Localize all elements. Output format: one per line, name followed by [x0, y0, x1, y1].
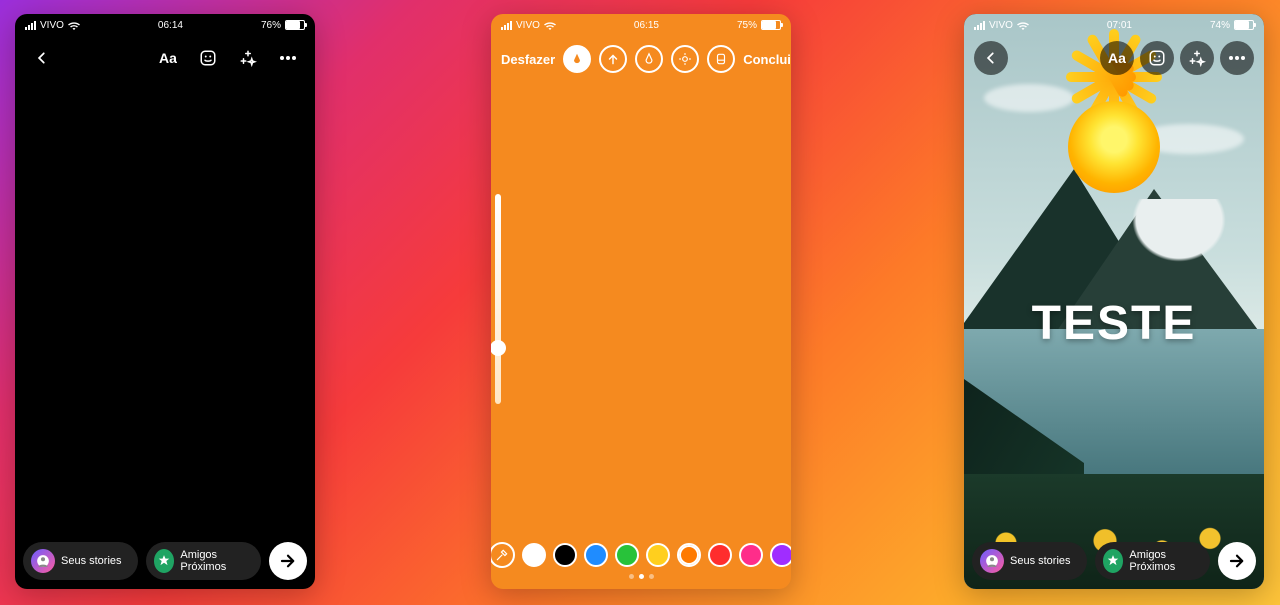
arrow-right-icon	[1228, 552, 1246, 570]
color-swatch-green[interactable]	[615, 543, 639, 567]
your-stories-button[interactable]: Seus stories	[972, 542, 1087, 580]
close-friends-label: Amigos Próximos	[1129, 549, 1202, 573]
sticker-button[interactable]	[191, 41, 225, 75]
your-stories-label: Seus stories	[61, 555, 122, 567]
close-friends-button[interactable]: Amigos Próximos	[146, 542, 261, 580]
more-button[interactable]	[271, 41, 305, 75]
eraser-tool-button[interactable]	[707, 45, 735, 73]
your-stories-button[interactable]: Seus stories	[23, 542, 138, 580]
carrier-label: VIVO	[516, 20, 540, 31]
sparkle-icon	[239, 49, 257, 67]
story-toolbar: Aa	[15, 38, 315, 78]
arrow-up-icon	[606, 52, 620, 66]
color-swatch-red[interactable]	[708, 543, 732, 567]
effects-button[interactable]	[231, 41, 265, 75]
text-tool-label: Aa	[1108, 50, 1126, 66]
story-text-overlay[interactable]: TESTE	[964, 296, 1264, 351]
page-background: { "phones": { "p1": { "status": { "carri…	[0, 0, 1280, 605]
battery-pct-label: 75%	[737, 20, 757, 31]
battery-pct-label: 76%	[261, 20, 281, 31]
arrow-tool-button[interactable]	[599, 45, 627, 73]
pen-icon	[570, 52, 584, 66]
eraser-icon	[714, 52, 728, 66]
sticker-icon	[1148, 49, 1166, 67]
color-swatch-orange-selected[interactable]	[677, 543, 701, 567]
send-button[interactable]	[1218, 542, 1256, 580]
wifi-icon	[544, 21, 556, 30]
share-bar: Seus stories Amigos Próximos	[972, 541, 1256, 581]
phone-screenshot-1: VIVO 06:14 76% Aa Seus stories	[15, 14, 315, 589]
battery-icon	[761, 20, 781, 30]
avatar-ring-icon	[980, 549, 1004, 573]
marker-tool-button[interactable]	[635, 45, 663, 73]
sparkle-icon	[1188, 49, 1206, 67]
clock-label: 06:14	[158, 20, 183, 31]
star-icon	[1103, 549, 1123, 573]
marker-icon	[642, 52, 656, 66]
battery-icon	[1234, 20, 1254, 30]
chevron-left-icon	[35, 51, 49, 65]
clock-label: 06:15	[634, 20, 659, 31]
color-swatch-blue[interactable]	[584, 543, 608, 567]
color-palette	[491, 542, 791, 579]
status-bar: VIVO 07:01 74%	[964, 14, 1264, 36]
carrier-label: VIVO	[989, 20, 1013, 31]
status-bar: VIVO 06:14 76%	[15, 14, 315, 36]
share-bar: Seus stories Amigos Próximos	[23, 541, 307, 581]
palette-page-dots	[629, 574, 654, 579]
clock-label: 07:01	[1107, 20, 1132, 31]
text-tool-label: Aa	[159, 50, 177, 66]
sticker-button[interactable]	[1140, 41, 1174, 75]
battery-icon	[285, 20, 305, 30]
story-canvas[interactable]: TESTE	[964, 14, 1264, 589]
ellipsis-icon	[280, 56, 296, 60]
more-button[interactable]	[1220, 41, 1254, 75]
avatar-ring-icon	[31, 549, 55, 573]
sun-core-icon	[1068, 101, 1160, 193]
battery-pct-label: 74%	[1210, 20, 1230, 31]
phone-screenshot-3: TESTE VIVO 07:01 74% Aa	[964, 14, 1264, 589]
back-button[interactable]	[974, 41, 1008, 75]
neon-icon	[678, 52, 692, 66]
draw-toolbar: Desfazer Concluir	[491, 38, 791, 80]
brush-size-slider[interactable]	[495, 194, 501, 404]
ellipsis-icon	[1229, 56, 1245, 60]
signal-icon	[25, 21, 36, 30]
chevron-left-icon	[984, 51, 998, 65]
signal-icon	[501, 21, 512, 30]
color-swatch-pink[interactable]	[739, 543, 763, 567]
arrow-right-icon	[279, 552, 297, 570]
color-swatch-yellow[interactable]	[646, 543, 670, 567]
color-swatch-white[interactable]	[522, 543, 546, 567]
back-button[interactable]	[25, 41, 59, 75]
signal-icon	[974, 21, 985, 30]
color-swatch-black[interactable]	[553, 543, 577, 567]
color-swatch-purple[interactable]	[770, 543, 792, 567]
story-toolbar: Aa	[964, 38, 1264, 78]
sun-sticker[interactable]	[1039, 72, 1189, 222]
eyedropper-button[interactable]	[491, 542, 515, 568]
your-stories-label: Seus stories	[1010, 555, 1071, 567]
wifi-icon	[68, 21, 80, 30]
send-button[interactable]	[269, 542, 307, 580]
text-tool-button[interactable]: Aa	[151, 41, 185, 75]
effects-button[interactable]	[1180, 41, 1214, 75]
status-bar: VIVO 06:15 75%	[491, 14, 791, 36]
sticker-icon	[199, 49, 217, 67]
text-tool-button[interactable]: Aa	[1100, 41, 1134, 75]
undo-button[interactable]: Desfazer	[501, 52, 555, 67]
eyedropper-icon	[495, 548, 509, 562]
wifi-icon	[1017, 21, 1029, 30]
close-friends-button[interactable]: Amigos Próximos	[1095, 542, 1210, 580]
close-friends-label: Amigos Próximos	[180, 549, 253, 573]
neon-tool-button[interactable]	[671, 45, 699, 73]
star-icon	[154, 549, 174, 573]
carrier-label: VIVO	[40, 20, 64, 31]
slider-thumb[interactable]	[491, 340, 506, 356]
done-button[interactable]: Concluir	[743, 52, 791, 67]
phone-screenshot-2: VIVO 06:15 75% Desfazer Concluir	[491, 14, 791, 589]
pen-tool-button[interactable]	[563, 45, 591, 73]
